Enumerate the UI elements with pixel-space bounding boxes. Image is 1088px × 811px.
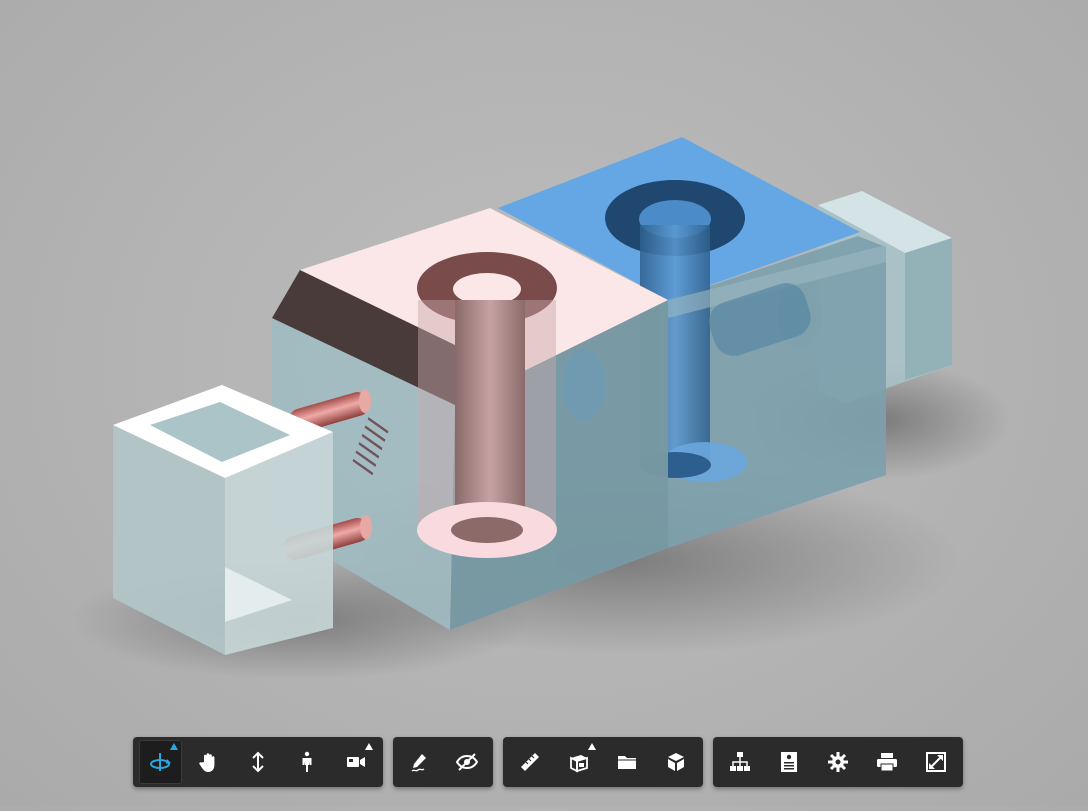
hide-tool-button[interactable]: [446, 740, 487, 784]
markup-tools-group: [393, 737, 493, 787]
explode-tool-button[interactable]: [606, 740, 649, 784]
fullscreen-button[interactable]: [914, 740, 957, 784]
section-tool-button[interactable]: [558, 740, 601, 784]
3d-model-render: //////: [70, 137, 1010, 680]
orbit-menu-indicator-icon: [169, 743, 178, 750]
orbit-icon: [150, 753, 172, 771]
left-end-block: [113, 385, 333, 655]
measure-ruler-icon: [521, 753, 540, 771]
properties-icon: [781, 752, 798, 772]
print-button[interactable]: [865, 740, 908, 784]
camera-icon: [346, 757, 365, 767]
model-browser-icon: [730, 752, 751, 771]
model-browser-button[interactable]: [719, 740, 762, 784]
zoom-arrows-icon: [252, 751, 264, 773]
markup-tool-button[interactable]: [399, 740, 440, 784]
pan-tool-button[interactable]: [188, 740, 231, 784]
measure-tool-button[interactable]: [509, 740, 552, 784]
first-person-tool-button[interactable]: [285, 740, 328, 784]
section-menu-indicator-icon: [588, 743, 596, 750]
model-cube-icon: [667, 753, 684, 771]
3d-viewport[interactable]: //////: [0, 0, 1088, 806]
first-person-icon: [302, 751, 312, 772]
navigation-tools-group: [133, 737, 383, 787]
properties-button[interactable]: [768, 740, 811, 784]
markup-pencil-icon: [411, 754, 426, 772]
settings-button[interactable]: [817, 740, 860, 784]
model-tool-button[interactable]: [655, 740, 698, 784]
hide-eye-icon: [455, 753, 478, 771]
model-tools-group: [503, 737, 703, 787]
camera-tool-button[interactable]: [334, 740, 377, 784]
section-box-icon: [569, 755, 588, 773]
print-icon: [876, 753, 897, 772]
explode-folder-icon: [618, 756, 637, 769]
fullscreen-icon: [925, 752, 946, 772]
pan-hand-icon: [199, 753, 215, 772]
settings-tools-group: [713, 737, 963, 787]
orbit-tool-button[interactable]: [139, 740, 182, 784]
settings-gear-icon: [827, 752, 848, 772]
zoom-tool-button[interactable]: [237, 740, 280, 784]
camera-menu-indicator-icon: [364, 743, 373, 750]
